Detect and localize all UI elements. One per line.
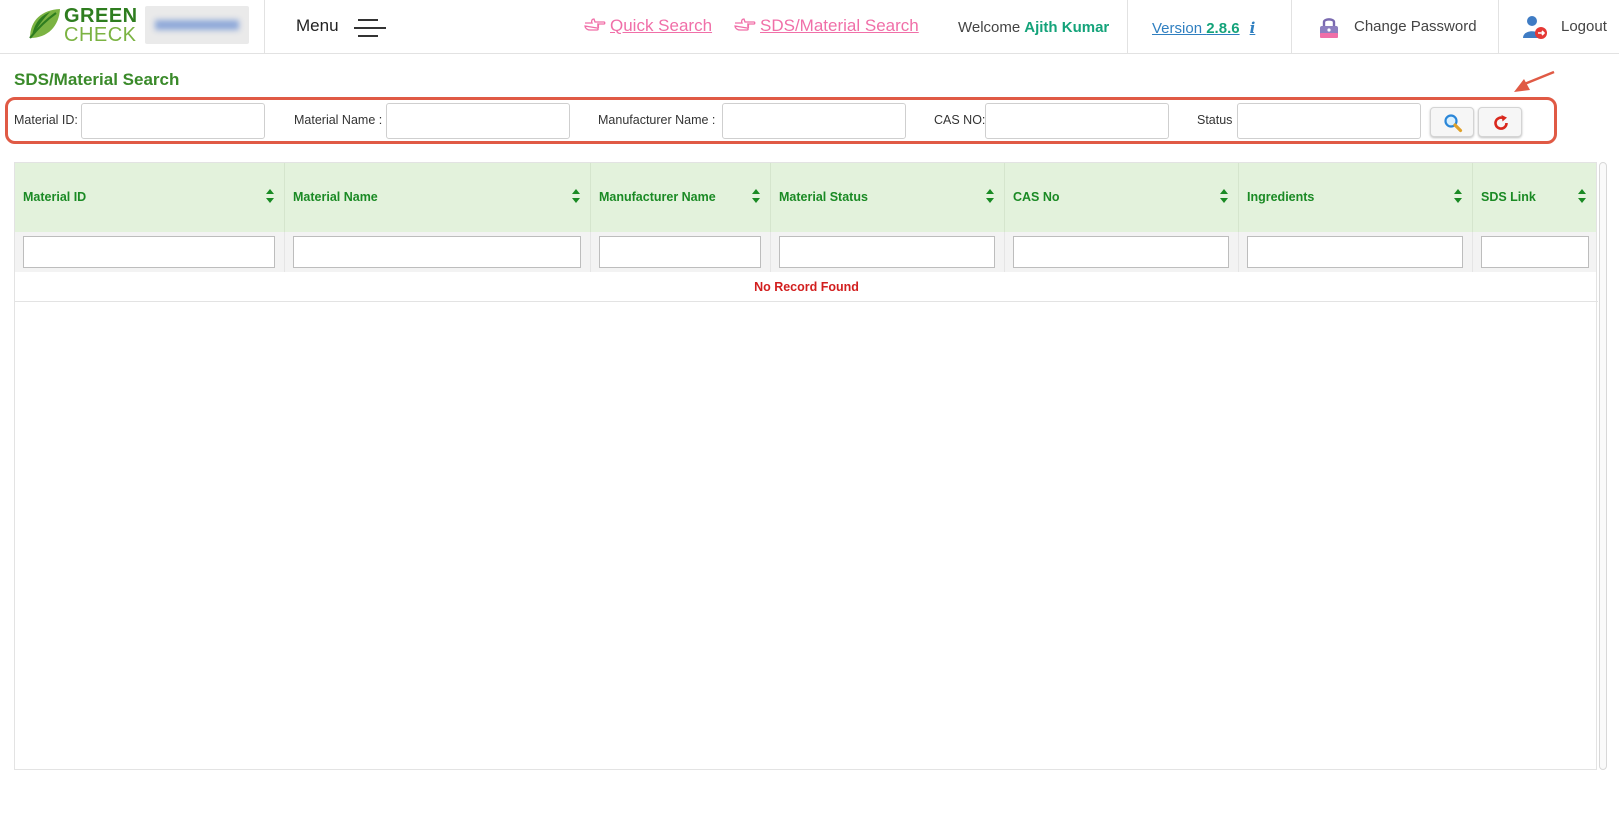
change-password-link[interactable]: Change Password bbox=[1354, 18, 1477, 35]
leaf-icon bbox=[29, 9, 60, 39]
menu-label[interactable]: Menu bbox=[296, 16, 339, 36]
sort-icon[interactable] bbox=[986, 189, 994, 203]
column-filter-material-name[interactable] bbox=[293, 236, 581, 268]
sds-material-search-label[interactable]: SDS/Material Search bbox=[760, 16, 919, 35]
sort-icon[interactable] bbox=[266, 189, 274, 203]
cas-no-input[interactable] bbox=[985, 103, 1169, 139]
column-header-manufacturer-name[interactable]: Manufacturer Name bbox=[591, 163, 771, 232]
column-filter-sds-link[interactable] bbox=[1481, 236, 1589, 268]
filter-cell bbox=[591, 232, 771, 272]
sds-material-search-link[interactable]: SDS/Material Search bbox=[734, 16, 919, 36]
column-filter-manufacturer-name[interactable] bbox=[599, 236, 761, 268]
column-header-material-status[interactable]: Material Status bbox=[771, 163, 1005, 232]
client-logo bbox=[145, 6, 249, 44]
filter-cell bbox=[1473, 232, 1596, 272]
column-header-material-name[interactable]: Material Name bbox=[285, 163, 591, 232]
reset-button[interactable] bbox=[1478, 107, 1522, 137]
top-header: GREEN CHECK Menu Quick Search SDS/Materi… bbox=[0, 0, 1619, 54]
brand-name-line1: GREEN bbox=[64, 5, 138, 27]
greencheck-logo[interactable]: GREEN CHECK bbox=[26, 4, 137, 45]
welcome-text: Welcome Ajith Kumar bbox=[958, 19, 1110, 36]
quick-search-label[interactable]: Quick Search bbox=[610, 16, 712, 35]
no-record-message: No Record Found bbox=[15, 272, 1598, 302]
user-name: Ajith Kumar bbox=[1024, 19, 1110, 36]
filter-cell bbox=[285, 232, 591, 272]
page-title: SDS/Material Search bbox=[14, 70, 180, 89]
search-icon bbox=[1444, 114, 1463, 133]
user-logout-icon[interactable] bbox=[1522, 14, 1548, 40]
logout-link[interactable]: Logout bbox=[1561, 18, 1607, 35]
column-header-sds-link[interactable]: SDS Link bbox=[1473, 163, 1596, 232]
sort-icon[interactable] bbox=[1220, 189, 1228, 203]
column-filter-ingredients[interactable] bbox=[1247, 236, 1463, 268]
lock-icon[interactable] bbox=[1316, 14, 1342, 40]
filter-cell bbox=[1005, 232, 1239, 272]
grid-scrollbar[interactable] bbox=[1599, 162, 1607, 770]
header-divider bbox=[1127, 0, 1128, 53]
pointing-hand-icon bbox=[734, 18, 756, 31]
pointing-hand-icon bbox=[584, 18, 606, 31]
sort-icon[interactable] bbox=[1454, 189, 1462, 203]
version-link[interactable]: Version 2.8.6 i bbox=[1152, 19, 1255, 37]
status-label: Status bbox=[1197, 113, 1233, 127]
brand-name-line2: CHECK bbox=[64, 24, 137, 46]
sort-icon[interactable] bbox=[572, 189, 580, 203]
manufacturer-name-label: Manufacturer Name : bbox=[598, 113, 716, 127]
material-name-input[interactable] bbox=[386, 103, 570, 139]
hamburger-icon[interactable] bbox=[354, 17, 388, 37]
material-id-label: Material ID: bbox=[14, 113, 78, 127]
column-filter-material-id[interactable] bbox=[23, 236, 275, 268]
material-name-label: Material Name : bbox=[294, 113, 383, 127]
material-id-input[interactable] bbox=[81, 103, 265, 139]
column-header-material-id[interactable]: Material ID bbox=[15, 163, 285, 232]
header-divider bbox=[1498, 0, 1499, 53]
column-header-cas-no[interactable]: CAS No bbox=[1005, 163, 1239, 232]
column-header-ingredients[interactable]: Ingredients bbox=[1239, 163, 1473, 232]
search-button[interactable] bbox=[1430, 107, 1474, 137]
quick-search-link[interactable]: Quick Search bbox=[584, 16, 712, 36]
status-input[interactable] bbox=[1237, 103, 1421, 139]
header-divider bbox=[264, 0, 265, 53]
manufacturer-name-input[interactable] bbox=[722, 103, 906, 139]
info-icon[interactable]: i bbox=[1250, 19, 1256, 37]
sort-icon[interactable] bbox=[752, 189, 760, 203]
column-filter-material-status[interactable] bbox=[779, 236, 995, 268]
filter-cell bbox=[771, 232, 1005, 272]
cas-no-label: CAS NO: bbox=[934, 113, 986, 127]
column-filter-cas-no[interactable] bbox=[1013, 236, 1229, 268]
results-grid: Material ID Material Name Manufacturer N… bbox=[14, 162, 1598, 770]
filter-cell bbox=[1239, 232, 1473, 272]
red-arrow-icon bbox=[1514, 70, 1555, 92]
header-divider bbox=[1291, 0, 1292, 53]
version-number: 2.8.6 bbox=[1206, 20, 1240, 37]
sort-icon[interactable] bbox=[1578, 189, 1586, 203]
filter-cell bbox=[15, 232, 285, 272]
refresh-icon bbox=[1494, 115, 1508, 130]
